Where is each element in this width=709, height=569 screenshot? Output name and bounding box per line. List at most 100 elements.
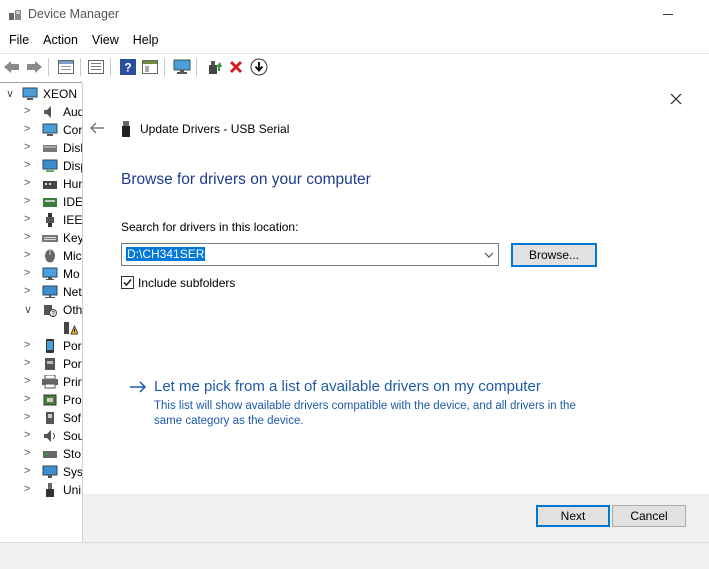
tree-item-label: Mo bbox=[63, 267, 80, 281]
chevron-right-icon[interactable]: > bbox=[24, 357, 34, 369]
chevron-right-icon[interactable]: > bbox=[24, 429, 34, 441]
pane-icon[interactable] bbox=[140, 57, 160, 77]
portable-device-icon bbox=[42, 339, 58, 353]
disable-device-icon[interactable] bbox=[249, 57, 269, 77]
minimize-button[interactable] bbox=[654, 0, 694, 30]
uninstall-icon[interactable] bbox=[226, 57, 246, 77]
chevron-down-icon[interactable]: ∨ bbox=[6, 87, 14, 100]
chevron-right-icon[interactable]: > bbox=[24, 105, 34, 117]
cancel-button[interactable]: Cancel bbox=[612, 505, 686, 527]
chevron-down-icon[interactable] bbox=[484, 249, 494, 259]
details-icon[interactable] bbox=[86, 57, 106, 77]
tree-item[interactable]: > IEEE bbox=[0, 211, 82, 229]
tree-item[interactable]: > Disp bbox=[0, 157, 82, 175]
chevron-right-icon[interactable]: > bbox=[24, 249, 34, 261]
chevron-right-icon[interactable]: > bbox=[24, 393, 34, 405]
checkbox-checked-icon[interactable] bbox=[121, 276, 134, 289]
tree-item[interactable]: > Key bbox=[0, 229, 82, 247]
tree-item-label: Hur bbox=[63, 177, 82, 191]
chevron-right-icon[interactable]: > bbox=[24, 195, 34, 207]
processor-icon bbox=[42, 393, 58, 407]
tree-item-label: Syst bbox=[63, 465, 82, 479]
tree-item[interactable]: > Pro bbox=[0, 391, 82, 409]
tree-item[interactable]: > Mic bbox=[0, 247, 82, 265]
tree-item[interactable]: > IDE bbox=[0, 193, 82, 211]
chevron-right-icon[interactable]: > bbox=[24, 375, 34, 387]
chevron-right-icon[interactable]: > bbox=[24, 285, 34, 297]
other-devices-icon: ? bbox=[42, 303, 58, 318]
chevron-right-icon[interactable]: > bbox=[24, 465, 34, 477]
update-driver-icon[interactable] bbox=[204, 57, 224, 77]
status-bar bbox=[0, 542, 709, 569]
chevron-right-icon[interactable]: > bbox=[24, 447, 34, 459]
chevron-right-icon[interactable]: > bbox=[24, 339, 34, 351]
tree-item[interactable]: > Disk bbox=[0, 139, 82, 157]
tree-item[interactable]: > Hur bbox=[0, 175, 82, 193]
tree-item-label: Aud bbox=[63, 105, 82, 119]
usb-controller-icon bbox=[42, 483, 58, 497]
chevron-right-icon[interactable]: > bbox=[24, 177, 34, 189]
chevron-right-icon[interactable]: > bbox=[24, 267, 34, 279]
close-icon[interactable] bbox=[666, 89, 686, 109]
back-icon[interactable] bbox=[2, 57, 22, 77]
chevron-right-icon[interactable]: > bbox=[24, 123, 34, 135]
svg-text:?: ? bbox=[124, 61, 131, 75]
chevron-right-icon[interactable]: > bbox=[24, 231, 34, 243]
chevron-right-icon[interactable]: > bbox=[24, 213, 34, 225]
device-tree: ∨ XEON > Aud > Cor > Disk > Disp > Hur > IDE > IEEE > K… bbox=[0, 82, 82, 542]
scan-hardware-icon[interactable] bbox=[172, 57, 192, 77]
tree-item[interactable]: > Sto bbox=[0, 445, 82, 463]
next-button[interactable]: Next bbox=[536, 505, 610, 527]
device-manager-icon bbox=[8, 8, 22, 22]
tree-item[interactable]: > Sof bbox=[0, 409, 82, 427]
title-bar: Device Manager bbox=[0, 0, 709, 30]
tree-item-label: Sou bbox=[63, 429, 82, 443]
tree-item[interactable]: > Net bbox=[0, 283, 82, 301]
ports-icon bbox=[42, 357, 58, 371]
dialog-footer: Next Cancel bbox=[83, 494, 709, 542]
hid-icon bbox=[42, 177, 58, 191]
tree-item[interactable]: > Mo bbox=[0, 265, 82, 283]
warning-device-icon bbox=[62, 321, 79, 335]
chevron-right-icon[interactable]: > bbox=[24, 141, 34, 153]
usb-serial-icon bbox=[121, 121, 131, 137]
tree-item[interactable]: > Cor bbox=[0, 121, 82, 139]
menu-action[interactable]: Action bbox=[36, 30, 85, 52]
tree-item[interactable]: ∨? Oth bbox=[0, 301, 82, 319]
printer-icon bbox=[42, 374, 58, 389]
tree-item[interactable]: > Prin bbox=[0, 373, 82, 391]
system-device-icon bbox=[42, 465, 58, 479]
chevron-right-icon[interactable]: > bbox=[24, 411, 34, 423]
tree-item[interactable] bbox=[0, 319, 82, 337]
sound-icon bbox=[42, 429, 58, 443]
browse-button[interactable]: Browse... bbox=[511, 243, 597, 267]
driver-path-input[interactable]: D:\CH341SER bbox=[121, 243, 499, 266]
tree-item[interactable]: > Syst bbox=[0, 463, 82, 481]
tree-item-label: Key bbox=[63, 231, 82, 245]
help-icon[interactable]: ? bbox=[118, 57, 138, 77]
tree-item[interactable]: > Sou bbox=[0, 427, 82, 445]
storage-controller-icon bbox=[42, 447, 58, 461]
tree-item-label: Disk bbox=[63, 141, 82, 155]
back-arrow-icon[interactable] bbox=[89, 121, 105, 135]
tree-item-label: Uni bbox=[63, 483, 82, 497]
tree-item[interactable]: > Uni bbox=[0, 481, 82, 499]
tree-item-label: IEEE bbox=[63, 213, 82, 227]
tree-item-label: Mic bbox=[63, 249, 82, 263]
tree-item[interactable]: > Aud bbox=[0, 103, 82, 121]
menu-view[interactable]: View bbox=[85, 30, 126, 52]
properties-icon[interactable] bbox=[56, 57, 76, 77]
chevron-right-icon[interactable]: > bbox=[24, 483, 34, 495]
chevron-right-icon[interactable]: > bbox=[24, 159, 34, 171]
tree-root[interactable]: ∨ XEON bbox=[0, 85, 82, 103]
menu-file[interactable]: File bbox=[2, 30, 36, 52]
toolbar: ? bbox=[0, 53, 709, 79]
driver-path-value: D:\CH341SER bbox=[126, 247, 206, 261]
menu-help[interactable]: Help bbox=[126, 30, 166, 52]
pick-driver-link[interactable]: Let me pick from a list of available dri… bbox=[154, 378, 541, 395]
chevron-down-icon[interactable]: ∨ bbox=[24, 303, 34, 316]
tree-item[interactable]: > Por bbox=[0, 337, 82, 355]
tree-item[interactable]: > Por bbox=[0, 355, 82, 373]
arrow-right-icon[interactable] bbox=[129, 380, 147, 394]
forward-icon[interactable] bbox=[24, 57, 44, 77]
